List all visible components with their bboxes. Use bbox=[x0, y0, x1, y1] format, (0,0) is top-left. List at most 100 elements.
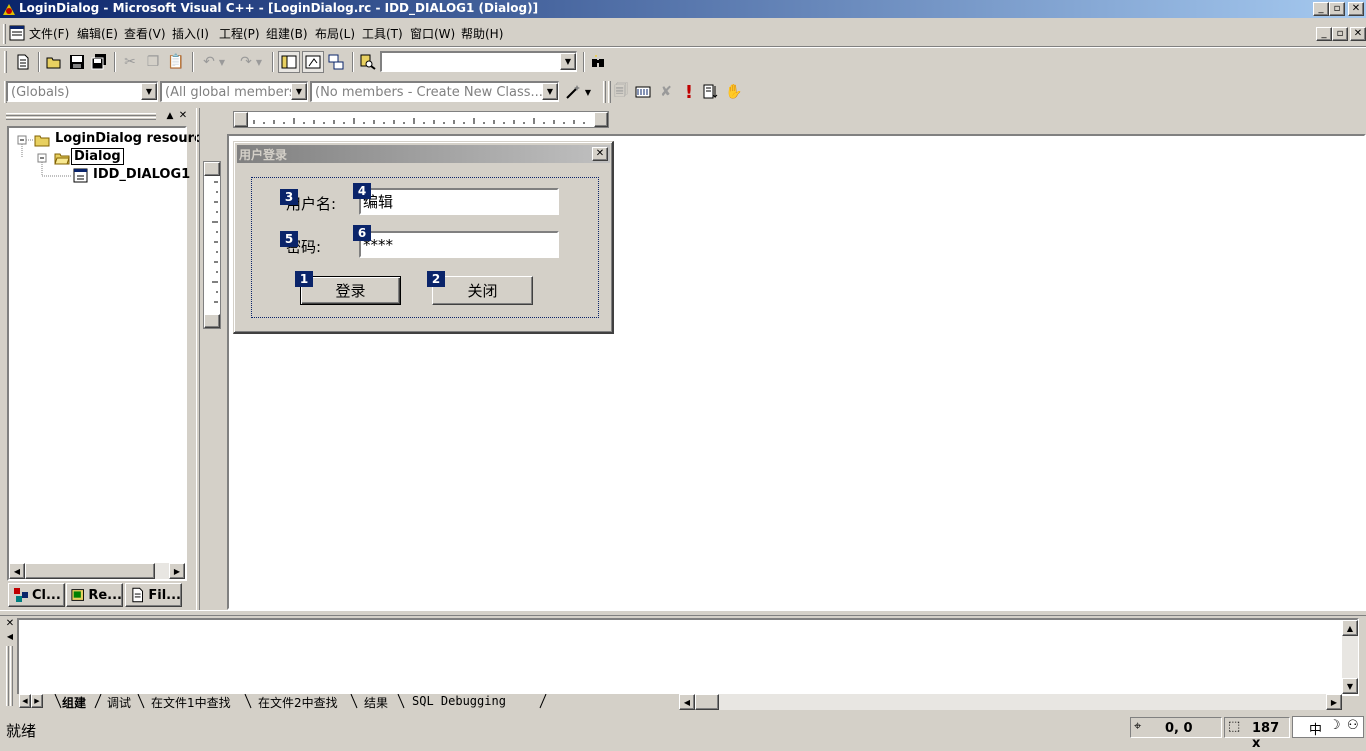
menu-tools[interactable]: 工具(T) bbox=[362, 25, 403, 43]
mdi-restore-button[interactable]: ▫ bbox=[1332, 27, 1348, 41]
title-bar[interactable]: LoginDialog - Microsoft Visual C++ - [Lo… bbox=[0, 0, 1366, 18]
status-size-pane: ⬚ 187 x bbox=[1224, 717, 1290, 751]
tab-separators bbox=[54, 694, 547, 709]
ime-mode[interactable]: 中 bbox=[1309, 719, 1322, 738]
output-maximize-button[interactable]: ◀ bbox=[2, 631, 18, 645]
menu-file[interactable]: 文件(F) bbox=[29, 25, 69, 43]
members-combo[interactable]: (No members - Create New Class...) ▼ bbox=[310, 81, 559, 102]
app-icon[interactable] bbox=[2, 2, 16, 16]
dialog-preview[interactable]: 用户登录 ✕ 用户名: 密码: 登录 关闭 3 4 5 6 1 2 bbox=[233, 141, 614, 334]
open-folder-icon[interactable] bbox=[43, 51, 65, 73]
find-combo-arrow-icon[interactable]: ▼ bbox=[560, 53, 576, 70]
save-all-icon[interactable] bbox=[88, 51, 110, 73]
members-combo-arrow-icon[interactable]: ▼ bbox=[542, 83, 558, 100]
tree-hscrollbar[interactable]: ◀ ▶ bbox=[9, 563, 185, 579]
wizard-action-icon[interactable] bbox=[562, 81, 584, 103]
mdi-doc-icon[interactable] bbox=[9, 25, 25, 41]
ime-moon-icon[interactable]: ☽ bbox=[1329, 718, 1341, 733]
close-dialog-button[interactable]: 关闭 bbox=[432, 276, 533, 305]
undo-dropdown-icon[interactable]: ▼ bbox=[216, 51, 228, 73]
tab-order-badge: 6 bbox=[353, 225, 371, 241]
compile-icon[interactable]: 🗐 bbox=[610, 81, 632, 103]
workspace-toggle-icon[interactable] bbox=[278, 51, 300, 73]
classview-icon bbox=[14, 588, 28, 602]
output-toggle-icon[interactable] bbox=[302, 51, 324, 73]
menu-view[interactable]: 查看(V) bbox=[124, 25, 166, 43]
minimize-button[interactable]: _ bbox=[1313, 2, 1329, 16]
class-combo[interactable]: (Globals) ▼ bbox=[6, 81, 158, 102]
tab-fileview[interactable]: Fil... bbox=[125, 583, 182, 607]
output-close-button[interactable]: ✕ bbox=[2, 618, 18, 632]
vruler-top-marker[interactable] bbox=[204, 162, 220, 176]
tabstrip-first-icon[interactable]: ◀ bbox=[19, 694, 31, 708]
class-combo-arrow-icon[interactable]: ▼ bbox=[141, 83, 157, 100]
window-list-icon[interactable] bbox=[325, 51, 347, 73]
password-field[interactable] bbox=[359, 231, 559, 258]
tree-root-label[interactable]: LoginDialog resources bbox=[55, 131, 218, 146]
tab-order-badge: 4 bbox=[353, 183, 371, 199]
tab-resourceview[interactable]: Re... bbox=[66, 583, 123, 607]
tab-classview[interactable]: Cl... bbox=[8, 583, 65, 607]
menu-insert[interactable]: 插入(I) bbox=[172, 25, 209, 43]
mdi-close-button[interactable]: ✕ bbox=[1350, 27, 1366, 41]
go-icon[interactable] bbox=[700, 81, 722, 103]
ruler-left-marker[interactable] bbox=[234, 112, 248, 127]
menu-build[interactable]: 组建(B) bbox=[266, 25, 308, 43]
filter-combo[interactable]: (All global members ▼ bbox=[160, 81, 308, 102]
output-scroll-down-icon[interactable]: ▼ bbox=[1342, 678, 1358, 694]
menu-edit[interactable]: 编辑(E) bbox=[77, 25, 118, 43]
tab-resourceview-label: Re... bbox=[88, 587, 122, 603]
horizontal-ruler[interactable] bbox=[233, 111, 609, 128]
tree-dialog-folder[interactable]: Dialog bbox=[71, 148, 124, 165]
output-scroll-up-icon[interactable]: ▲ bbox=[1342, 620, 1358, 636]
find-in-files-icon[interactable] bbox=[357, 51, 379, 73]
dialog-close-icon[interactable]: ✕ bbox=[592, 147, 608, 161]
menu-help[interactable]: 帮助(H) bbox=[461, 25, 503, 43]
cut-icon[interactable]: ✂ bbox=[119, 51, 141, 73]
username-field[interactable] bbox=[359, 188, 559, 215]
ime-user-icon[interactable]: ⚇ bbox=[1347, 718, 1359, 733]
scroll-right-icon[interactable]: ▶ bbox=[169, 563, 185, 579]
build-icon[interactable] bbox=[632, 81, 654, 103]
mdi-minimize-button[interactable]: _ bbox=[1316, 27, 1332, 41]
wizard-bar: (Globals) ▼ (All global members ▼ (No me… bbox=[0, 78, 750, 106]
menu-project[interactable]: 工程(P) bbox=[219, 25, 260, 43]
new-file-icon[interactable] bbox=[12, 51, 34, 73]
filter-combo-arrow-icon[interactable]: ▼ bbox=[291, 83, 307, 100]
execute-icon[interactable]: ! bbox=[678, 81, 700, 103]
tree-dialog-item[interactable]: IDD_DIALOG1 bbox=[93, 167, 190, 182]
output-vscrollbar[interactable]: ▲ ▼ bbox=[1342, 620, 1358, 694]
menu-layout[interactable]: 布局(L) bbox=[315, 25, 355, 43]
menu-window[interactable]: 窗口(W) bbox=[410, 25, 455, 43]
resourceview-icon bbox=[71, 589, 84, 601]
scroll-thumb[interactable] bbox=[25, 563, 155, 579]
vruler-bottom-marker[interactable] bbox=[204, 314, 220, 328]
dialog-caption-bar[interactable]: 用户登录 ✕ bbox=[237, 145, 610, 163]
restore-button[interactable]: ▫ bbox=[1329, 2, 1345, 16]
login-button[interactable]: 登录 bbox=[300, 276, 401, 305]
paste-icon[interactable]: 📋 bbox=[165, 51, 187, 73]
output-scroll-right-icon[interactable]: ▶ bbox=[1326, 694, 1342, 710]
find-combo[interactable]: ▼ bbox=[380, 51, 577, 72]
output-scroll-thumb[interactable] bbox=[695, 694, 719, 710]
folder-open-icon bbox=[54, 150, 70, 166]
copy-icon[interactable]: ❐ bbox=[142, 51, 164, 73]
output-scroll-left-icon[interactable]: ◀ bbox=[679, 694, 695, 710]
close-button[interactable]: ✕ bbox=[1348, 2, 1364, 16]
output-text-area[interactable] bbox=[17, 618, 1359, 696]
ime-bar[interactable]: 中 ☽ ⚇ bbox=[1292, 716, 1364, 738]
scroll-left-icon[interactable]: ◀ bbox=[9, 563, 25, 579]
breakpoint-hand-icon[interactable]: ✋ bbox=[723, 81, 745, 103]
ruler-right-marker[interactable] bbox=[594, 112, 608, 127]
redo-dropdown-icon[interactable]: ▼ bbox=[253, 51, 265, 73]
workspace-tree[interactable]: LoginDialog resources Dialog IDD_DIALOG1… bbox=[7, 126, 218, 581]
wizard-action-dropdown-icon[interactable]: ▼ bbox=[582, 81, 594, 103]
stop-build-icon[interactable]: ✘ bbox=[655, 81, 677, 103]
workspace-close-button[interactable]: ✕ bbox=[175, 110, 191, 124]
tab-order-badge: 5 bbox=[280, 231, 298, 247]
vertical-ruler[interactable] bbox=[203, 161, 221, 329]
find-binoculars-icon[interactable] bbox=[587, 51, 609, 73]
tabstrip-prev-icon[interactable]: ▶ bbox=[31, 694, 43, 708]
save-icon[interactable] bbox=[66, 51, 88, 73]
output-hscrollbar[interactable]: ◀ ▶ bbox=[679, 694, 1342, 710]
